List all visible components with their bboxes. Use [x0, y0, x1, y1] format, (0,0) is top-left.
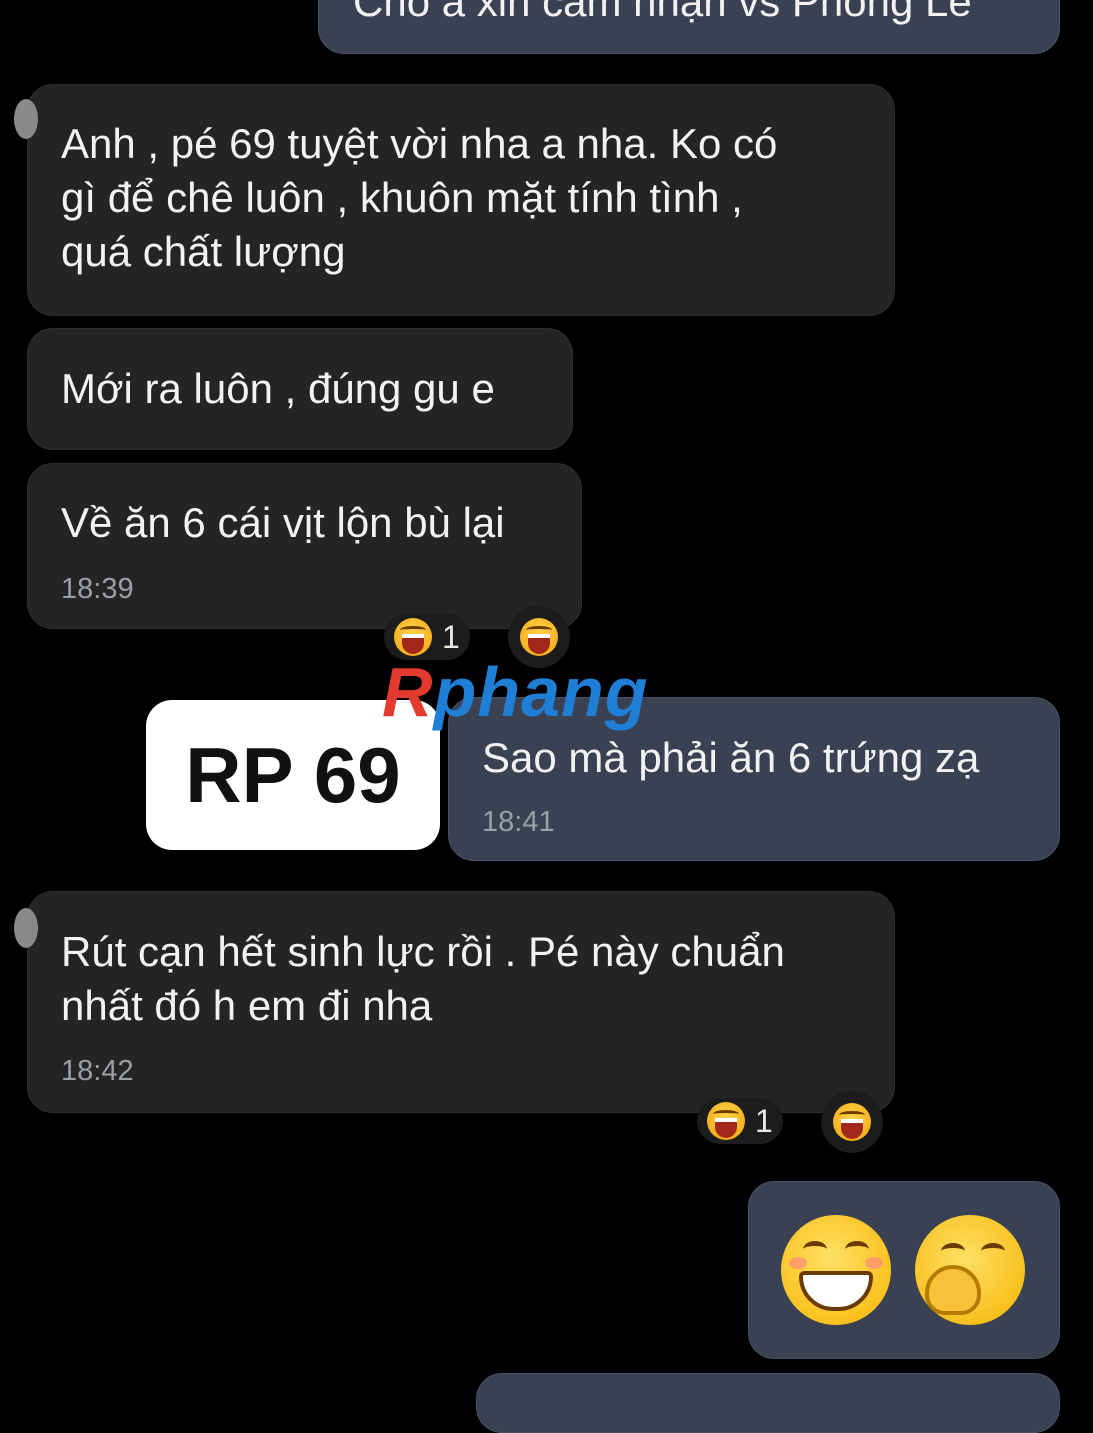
- reaction-count: 1: [442, 618, 460, 655]
- grinning-face-icon: [781, 1215, 891, 1325]
- add-reaction-button[interactable]: [821, 1091, 883, 1153]
- message-timestamp: 18:42: [61, 1055, 134, 1087]
- laughing-face-icon: [833, 1103, 871, 1141]
- avatar[interactable]: [14, 99, 38, 139]
- watermark-logo: Rphang: [382, 652, 649, 732]
- message-timestamp: 18:41: [482, 806, 555, 838]
- laughing-face-icon: [707, 1102, 745, 1140]
- laughing-face-icon: [520, 618, 558, 656]
- eye: [981, 1243, 1005, 1260]
- watermark-letter: R: [382, 653, 434, 731]
- mouth: [799, 1271, 873, 1311]
- watermark-word: phang: [433, 653, 649, 731]
- cheek: [789, 1257, 807, 1269]
- reaction-pill[interactable]: 1: [697, 1098, 783, 1144]
- message-bubble-incoming[interactable]: Anh , pé 69 tuyệt vời nha a nha. Ko có g…: [14, 84, 895, 316]
- message-text: Cho a xin cảm nhận vs Phong Lê: [353, 0, 972, 25]
- eye: [845, 1241, 869, 1258]
- message-text: Mới ra luôn , đúng gu e: [61, 365, 495, 412]
- eye: [941, 1243, 965, 1260]
- cheek: [865, 1257, 883, 1269]
- hand: [925, 1265, 981, 1315]
- avatar[interactable]: [14, 908, 38, 948]
- message-text: Sao mà phải ăn 6 trứng zạ: [482, 734, 980, 781]
- message-bubble-outgoing-bottom[interactable]: [476, 1373, 1060, 1433]
- message-bubble-incoming[interactable]: Rút cạn hết sinh lực rồi . Pé này chuẩn …: [14, 891, 895, 1113]
- message-bubble-incoming[interactable]: Mới ra luôn , đúng gu e: [27, 328, 573, 450]
- message-bubble-outgoing-emoji[interactable]: [748, 1181, 1060, 1359]
- eye: [803, 1241, 827, 1258]
- reaction-count: 1: [755, 1102, 773, 1139]
- message-text: Anh , pé 69 tuyệt vời nha a nha. Ko có g…: [61, 120, 778, 275]
- message-bubble-outgoing-top[interactable]: Cho a xin cảm nhận vs Phong Lê: [318, 0, 1060, 54]
- laughing-face-icon: [394, 618, 432, 656]
- message-timestamp: 18:39: [61, 573, 134, 605]
- giggling-face-icon: [915, 1215, 1025, 1325]
- message-bubble-incoming[interactable]: Về ăn 6 cái vịt lộn bù lại 18:39: [27, 463, 582, 629]
- message-text: Rút cạn hết sinh lực rồi . Pé này chuẩn …: [61, 928, 785, 1029]
- message-text: Về ăn 6 cái vịt lộn bù lại: [61, 499, 505, 546]
